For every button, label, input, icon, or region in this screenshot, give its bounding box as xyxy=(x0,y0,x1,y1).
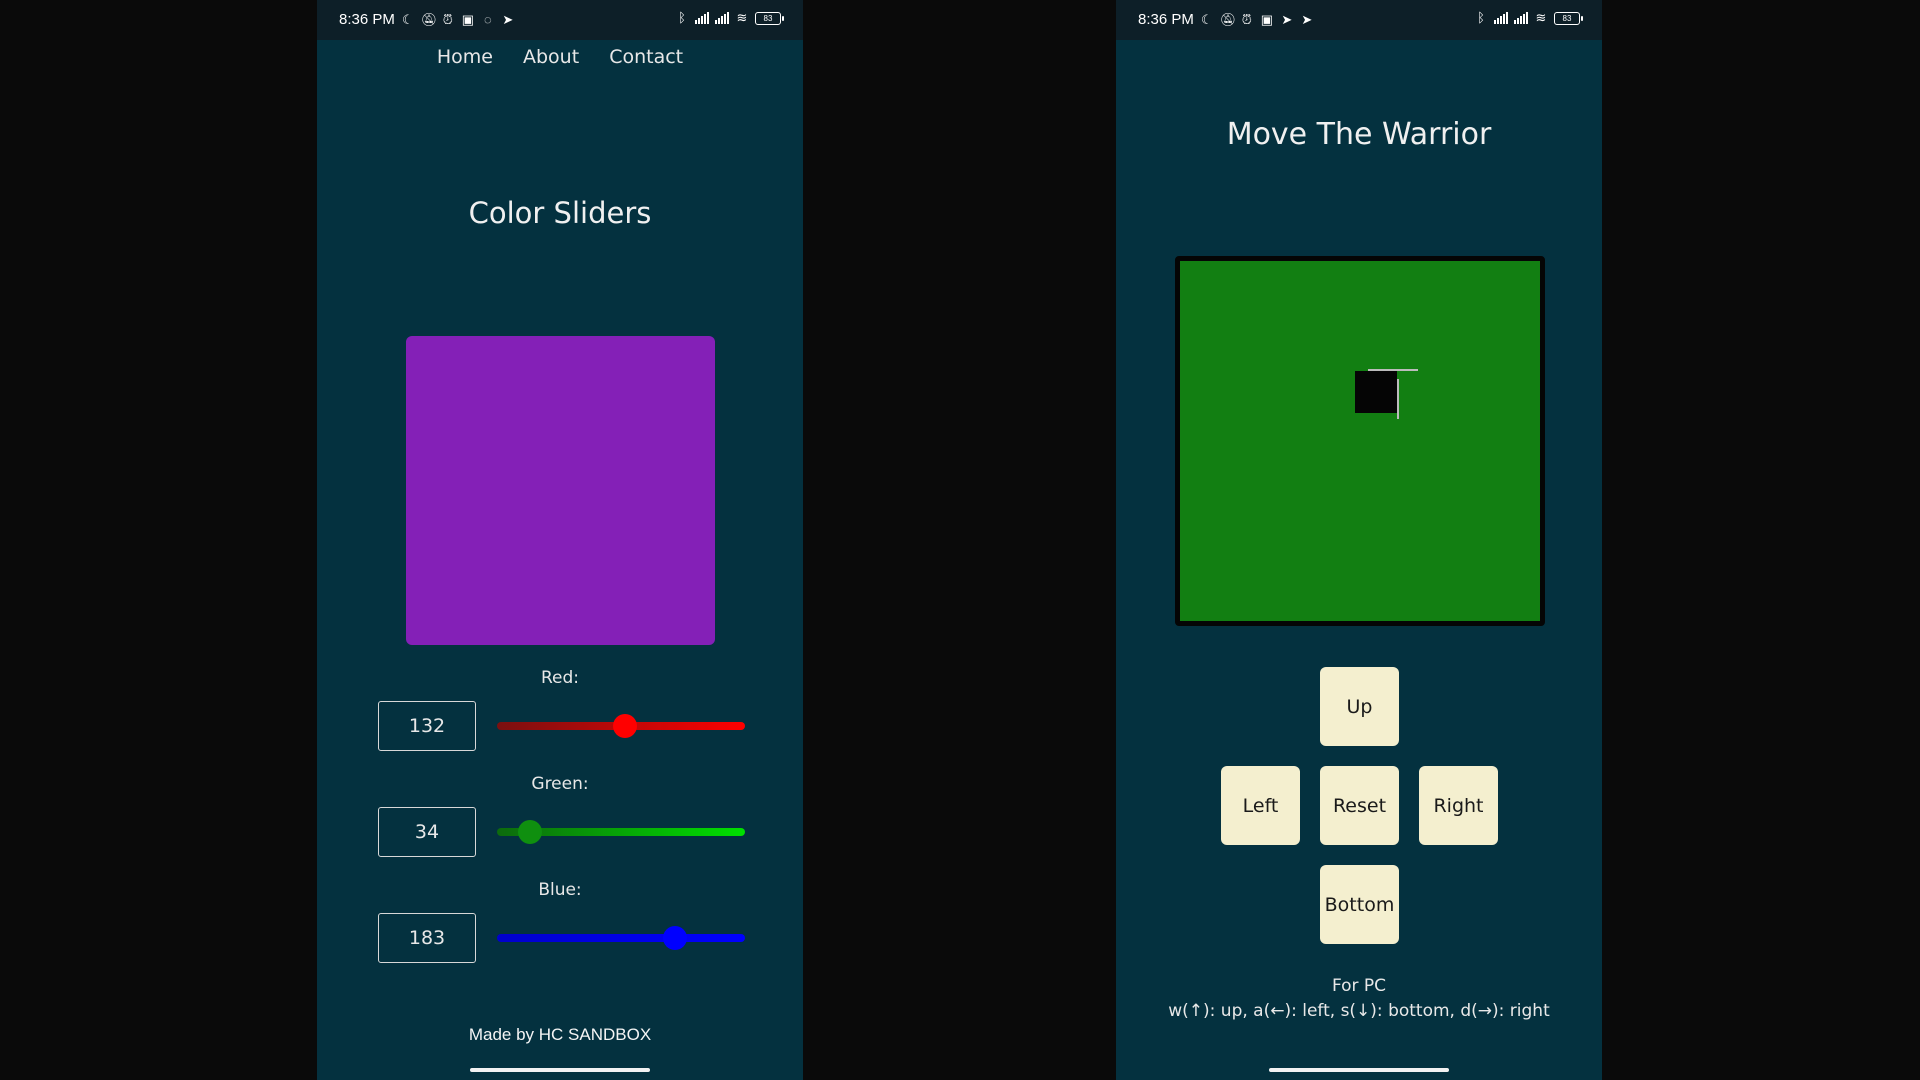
left-button[interactable]: Left xyxy=(1221,766,1300,845)
nav-home-link[interactable]: Home xyxy=(437,46,493,68)
status-bar: 8:36 PM ☾ 🔕︎ ⏰︎ ▣ ◌ ➤ ᛒ ≋ 83 xyxy=(317,0,803,40)
help-title: For PC xyxy=(1331,976,1387,996)
nfc-icon: ▣ xyxy=(461,11,475,27)
color-preview-box xyxy=(406,336,715,645)
green-label: Green: xyxy=(531,774,589,794)
right-button[interactable]: Right xyxy=(1419,766,1498,845)
signal-icon xyxy=(1494,12,1508,24)
nav-about-link[interactable]: About xyxy=(523,46,579,68)
telegram-icon: ➤ xyxy=(1301,11,1313,27)
nav-contact-link[interactable]: Contact xyxy=(609,46,683,68)
bluetooth-icon: ᛒ xyxy=(678,10,686,25)
blue-value-input[interactable]: 183 xyxy=(378,913,476,963)
whatsapp-icon: ◌ xyxy=(484,11,492,27)
home-indicator[interactable] xyxy=(1269,1068,1449,1072)
red-slider[interactable] xyxy=(497,714,745,738)
telegram-icon: ➤ xyxy=(1281,11,1293,27)
warrior-trail-horizontal xyxy=(1368,369,1418,371)
footer-credit: Made by HC SANDBOX xyxy=(468,1025,652,1044)
moon-icon: ☾ xyxy=(1201,11,1213,27)
page-title: Color Sliders xyxy=(468,196,652,230)
page-title: Move The Warrior xyxy=(1226,117,1492,152)
red-label: Red: xyxy=(540,668,580,688)
red-value-input[interactable]: 132 xyxy=(378,701,476,751)
game-board xyxy=(1175,256,1545,626)
bell-off-icon: 🔕︎ xyxy=(420,11,438,27)
reset-button[interactable]: Reset xyxy=(1320,766,1399,845)
blue-label: Blue: xyxy=(538,880,582,900)
bottom-button[interactable]: Bottom xyxy=(1320,865,1399,944)
status-time: 8:36 PM xyxy=(339,11,395,28)
wifi-icon: ≋ xyxy=(736,10,748,25)
red-slider-thumb[interactable] xyxy=(613,714,638,738)
help-keys: w(↑): up, a(←): left, s(↓): bottom, d(→)… xyxy=(1168,1001,1550,1021)
signal-icon xyxy=(715,12,729,24)
signal-icon xyxy=(695,12,709,24)
bell-off-icon: 🔕︎ xyxy=(1219,11,1237,27)
battery-icon: 83 xyxy=(1554,11,1583,25)
green-slider[interactable] xyxy=(497,820,745,844)
up-button[interactable]: Up xyxy=(1320,667,1399,746)
alarm-icon: ⏰︎ xyxy=(442,11,453,27)
status-time: 8:36 PM xyxy=(1138,11,1194,28)
move-warrior-phone: 8:36 PM ☾ 🔕︎ ⏰︎ ▣ ➤ ➤ ᛒ ≋ 83 Move The Wa… xyxy=(1116,0,1602,1080)
nfc-icon: ▣ xyxy=(1260,11,1274,27)
green-slider-thumb[interactable] xyxy=(517,820,542,844)
warrior-block xyxy=(1355,371,1397,413)
home-indicator[interactable] xyxy=(470,1068,650,1072)
telegram-icon: ➤ xyxy=(502,11,514,27)
bluetooth-icon: ᛒ xyxy=(1477,10,1485,25)
status-bar: 8:36 PM ☾ 🔕︎ ⏰︎ ▣ ➤ ➤ ᛒ ≋ 83 xyxy=(1116,0,1602,40)
top-nav: Home About Contact xyxy=(317,46,803,68)
blue-slider-thumb[interactable] xyxy=(663,926,688,950)
moon-icon: ☾ xyxy=(402,11,414,27)
color-sliders-phone: 8:36 PM ☾ 🔕︎ ⏰︎ ▣ ◌ ➤ ᛒ ≋ 83 Home About … xyxy=(317,0,803,1080)
green-value-input[interactable]: 34 xyxy=(378,807,476,857)
signal-icon xyxy=(1514,12,1528,24)
warrior-trail-vertical xyxy=(1397,379,1399,419)
wifi-icon: ≋ xyxy=(1535,10,1547,25)
alarm-icon: ⏰︎ xyxy=(1241,11,1252,27)
battery-icon: 83 xyxy=(755,11,784,25)
blue-slider[interactable] xyxy=(497,926,745,950)
